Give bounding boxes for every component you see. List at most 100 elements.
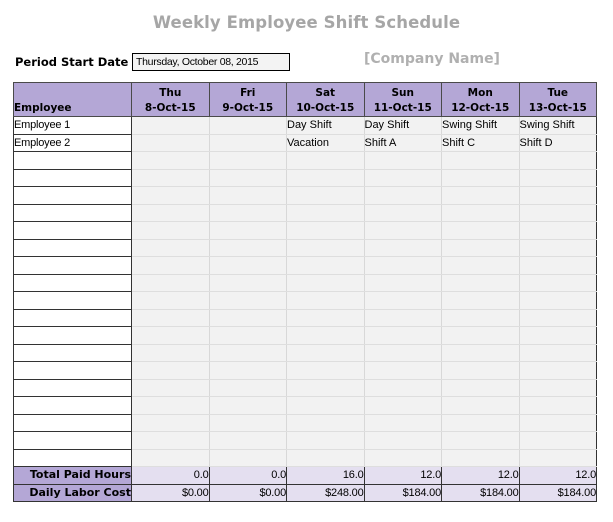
shift-cell[interactable] <box>131 431 210 450</box>
shift-cell[interactable] <box>519 274 597 292</box>
shift-cell[interactable] <box>441 291 520 310</box>
shift-cell[interactable] <box>131 239 210 257</box>
shift-cell[interactable] <box>441 344 520 362</box>
shift-cell[interactable] <box>286 291 365 310</box>
shift-cell[interactable] <box>209 256 287 275</box>
employee-name-cell[interactable] <box>13 449 132 467</box>
shift-cell[interactable] <box>441 396 520 415</box>
company-name[interactable]: [Company Name] <box>364 51 500 67</box>
shift-cell[interactable] <box>131 379 210 397</box>
shift-cell[interactable] <box>364 326 442 345</box>
employee-name-cell[interactable] <box>13 204 132 222</box>
shift-cell[interactable]: Day Shift <box>364 116 442 135</box>
shift-cell[interactable] <box>286 326 365 345</box>
shift-cell[interactable] <box>209 274 287 292</box>
shift-cell[interactable] <box>364 309 442 327</box>
shift-cell[interactable] <box>364 204 442 222</box>
employee-name-cell[interactable] <box>13 274 132 292</box>
shift-cell[interactable] <box>364 274 442 292</box>
shift-cell[interactable] <box>286 151 365 170</box>
shift-cell[interactable] <box>519 361 597 380</box>
shift-cell[interactable] <box>364 291 442 310</box>
shift-cell[interactable] <box>286 204 365 222</box>
employee-name-cell[interactable] <box>13 221 132 240</box>
shift-cell[interactable] <box>441 309 520 327</box>
shift-cell[interactable] <box>441 204 520 222</box>
shift-cell[interactable] <box>131 449 210 467</box>
shift-cell[interactable] <box>131 309 210 327</box>
shift-cell[interactable] <box>364 431 442 450</box>
shift-cell[interactable] <box>519 379 597 397</box>
shift-cell[interactable] <box>519 449 597 467</box>
shift-cell[interactable] <box>441 221 520 240</box>
shift-cell[interactable] <box>286 431 365 450</box>
shift-cell[interactable] <box>364 221 442 240</box>
shift-cell[interactable] <box>364 239 442 257</box>
shift-cell[interactable] <box>209 379 287 397</box>
shift-cell[interactable] <box>131 414 210 432</box>
shift-cell[interactable] <box>519 204 597 222</box>
shift-cell[interactable] <box>519 291 597 310</box>
shift-cell[interactable] <box>519 169 597 187</box>
employee-name-cell[interactable] <box>13 379 132 397</box>
shift-cell[interactable] <box>209 361 287 380</box>
period-start-date-field[interactable]: Thursday, October 08, 2015 <box>132 53 290 71</box>
employee-name-cell[interactable] <box>13 151 132 170</box>
shift-cell[interactable] <box>131 256 210 275</box>
shift-cell[interactable] <box>209 291 287 310</box>
shift-cell[interactable] <box>519 221 597 240</box>
employee-name-cell[interactable] <box>13 431 132 450</box>
shift-cell[interactable] <box>131 186 210 205</box>
shift-cell[interactable] <box>441 326 520 345</box>
shift-cell[interactable] <box>209 116 287 135</box>
shift-cell[interactable]: Vacation <box>286 134 365 152</box>
employee-name-cell[interactable] <box>13 239 132 257</box>
shift-cell[interactable] <box>286 379 365 397</box>
shift-cell[interactable] <box>286 221 365 240</box>
shift-cell[interactable] <box>209 134 287 152</box>
employee-name-cell[interactable]: Employee 1 <box>13 116 132 135</box>
shift-cell[interactable] <box>209 396 287 415</box>
shift-cell[interactable] <box>286 239 365 257</box>
shift-cell[interactable] <box>209 326 287 345</box>
shift-cell[interactable] <box>209 151 287 170</box>
shift-cell[interactable] <box>286 396 365 415</box>
shift-cell[interactable] <box>519 396 597 415</box>
shift-cell[interactable] <box>209 221 287 240</box>
shift-cell[interactable] <box>441 169 520 187</box>
shift-cell[interactable] <box>441 186 520 205</box>
shift-cell[interactable] <box>209 186 287 205</box>
shift-cell[interactable] <box>441 414 520 432</box>
shift-cell[interactable]: Day Shift <box>286 116 365 135</box>
shift-cell[interactable] <box>519 326 597 345</box>
employee-name-cell[interactable] <box>13 186 132 205</box>
shift-cell[interactable] <box>364 344 442 362</box>
shift-cell[interactable] <box>209 344 287 362</box>
shift-cell[interactable] <box>519 239 597 257</box>
shift-cell[interactable] <box>441 449 520 467</box>
shift-cell[interactable] <box>519 151 597 170</box>
shift-cell[interactable] <box>209 204 287 222</box>
shift-cell[interactable] <box>441 431 520 450</box>
shift-cell[interactable] <box>131 291 210 310</box>
shift-cell[interactable] <box>364 449 442 467</box>
shift-cell[interactable] <box>286 169 365 187</box>
shift-cell[interactable] <box>441 151 520 170</box>
shift-cell[interactable] <box>131 221 210 240</box>
shift-cell[interactable] <box>441 274 520 292</box>
shift-cell[interactable] <box>286 414 365 432</box>
employee-name-cell[interactable] <box>13 326 132 345</box>
shift-cell[interactable] <box>364 379 442 397</box>
employee-name-cell[interactable] <box>13 256 132 275</box>
shift-cell[interactable] <box>286 309 365 327</box>
shift-cell[interactable] <box>364 169 442 187</box>
shift-cell[interactable] <box>131 169 210 187</box>
shift-cell[interactable] <box>131 274 210 292</box>
shift-cell[interactable] <box>286 449 365 467</box>
shift-cell[interactable] <box>131 134 210 152</box>
shift-cell[interactable] <box>519 309 597 327</box>
shift-cell[interactable] <box>286 344 365 362</box>
shift-cell[interactable] <box>519 344 597 362</box>
shift-cell[interactable]: Swing Shift <box>441 116 520 135</box>
shift-cell[interactable] <box>131 116 210 135</box>
